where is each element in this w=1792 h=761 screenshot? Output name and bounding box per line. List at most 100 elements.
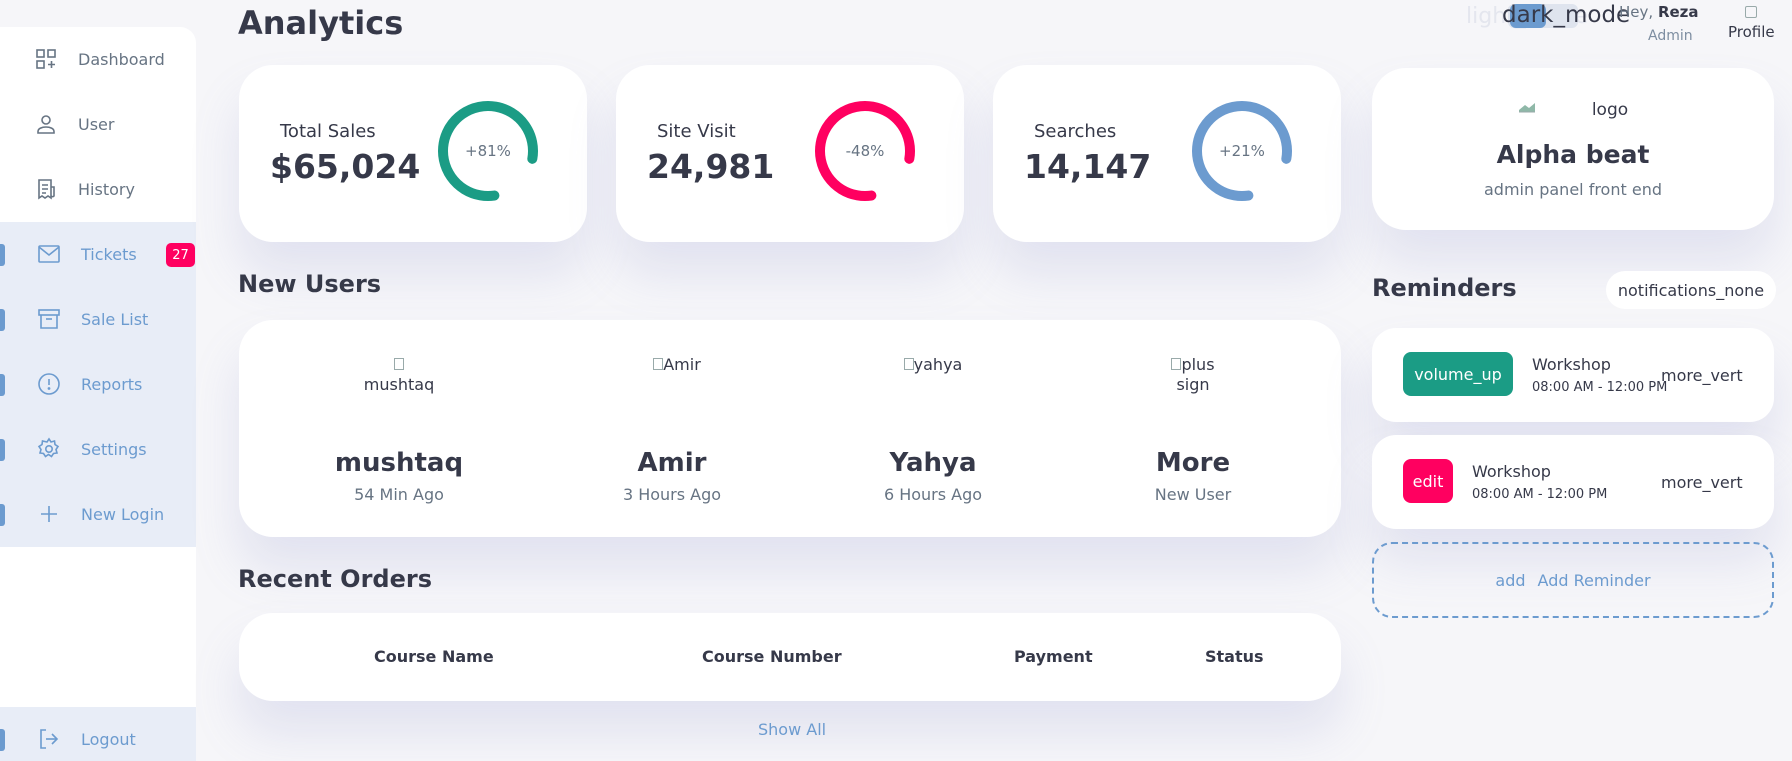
add-icon xyxy=(37,502,61,526)
broken-image-icon xyxy=(1518,103,1535,113)
sidebar-item-reports[interactable]: Reports xyxy=(0,352,196,417)
reminder-title: Workshop xyxy=(1472,462,1551,481)
sidebar-item-history[interactable]: History xyxy=(0,157,196,222)
broken-image-icon xyxy=(653,358,664,370)
user-role: Admin xyxy=(1648,28,1693,44)
more-vert-icon[interactable]: more_vert xyxy=(1661,366,1743,385)
column-header: Course Number xyxy=(702,647,842,666)
user-time: 6 Hours Ago xyxy=(883,485,983,504)
reminder-title: Workshop xyxy=(1532,355,1611,374)
active-indicator xyxy=(0,439,5,461)
logout-icon xyxy=(37,727,61,751)
active-indicator xyxy=(0,244,5,266)
total-sales-card: Total Sales $65,024 +81% xyxy=(239,65,587,242)
sidebar-item-user[interactable]: User xyxy=(0,92,196,157)
stat-percentage: +81% xyxy=(465,142,511,160)
broken-image-icon xyxy=(1745,6,1758,18)
stat-name: Total Sales xyxy=(280,121,376,142)
active-indicator xyxy=(0,729,5,751)
dashboard-icon xyxy=(34,47,58,71)
mail-icon xyxy=(37,242,61,266)
active-indicator xyxy=(0,504,5,526)
broken-image-icon xyxy=(1171,358,1182,370)
user-name: mushtaq xyxy=(334,448,464,478)
user-avatar: mushtaq xyxy=(299,355,499,395)
column-header: Status xyxy=(1205,647,1264,666)
active-indicator xyxy=(0,374,5,396)
notifications-icon[interactable]: notifications_none xyxy=(1606,271,1776,309)
logout-label: Logout xyxy=(81,730,136,749)
report-icon xyxy=(37,372,61,396)
searches-card: Searches 14,147 +21% xyxy=(993,65,1341,242)
reminder-item[interactable]: edit Workshop 08:00 AM - 12:00 PM more_v… xyxy=(1372,435,1774,529)
edit-icon: edit xyxy=(1403,459,1453,503)
user-name: More xyxy=(1155,448,1231,478)
stat-name: Searches xyxy=(1034,121,1117,142)
avatar-alt-text: Amir xyxy=(663,355,701,374)
show-all-link[interactable]: Show All xyxy=(758,720,826,739)
brand-subtitle: admin panel front end xyxy=(1484,180,1662,199)
sidebar-item-label: Reports xyxy=(81,375,143,394)
add-reminder-button[interactable]: add Add Reminder xyxy=(1372,542,1774,618)
stat-percentage: -48% xyxy=(845,142,885,160)
new-users-heading: New Users xyxy=(238,270,382,298)
sidebar-item-label: New Login xyxy=(81,505,165,524)
add-icon: add xyxy=(1495,570,1526,590)
sidebar-item-label: History xyxy=(78,180,135,199)
settings-icon xyxy=(37,437,61,461)
avatar-alt-text: plus sign xyxy=(1176,355,1215,394)
volume-up-icon: volume_up xyxy=(1403,352,1513,396)
column-header: Payment xyxy=(1014,647,1093,666)
column-header: Course Name xyxy=(374,647,494,666)
logo: logo xyxy=(1372,100,1774,120)
stat-percentage: +21% xyxy=(1219,142,1265,160)
stat-value: 14,147 xyxy=(1024,147,1152,186)
avatar-alt-text: mushtaq xyxy=(363,375,435,394)
brand-card: logo Alpha beat admin panel front end xyxy=(1372,68,1774,230)
sidebar-item-tickets[interactable]: Tickets 27 xyxy=(0,222,196,287)
sidebar-item-settings[interactable]: Settings xyxy=(0,417,196,482)
greeting: Hey, Reza xyxy=(1619,3,1699,21)
tickets-count-badge: 27 xyxy=(166,243,195,267)
reminder-item[interactable]: volume_up Workshop 08:00 AM - 12:00 PM m… xyxy=(1372,328,1774,422)
brand-name: Alpha beat xyxy=(1496,140,1650,169)
sidebar-item-label: Tickets xyxy=(81,245,137,264)
user-time: 54 Min Ago xyxy=(354,485,444,504)
sidebar-item-sale-list[interactable]: Sale List xyxy=(0,287,196,352)
sidebar-item-new-login[interactable]: New Login xyxy=(0,482,196,547)
user-avatar: Amir xyxy=(572,355,772,375)
user-time: New User xyxy=(1154,485,1232,504)
dark-mode-toggle[interactable]: dark_mode xyxy=(1502,2,1630,28)
plus-icon: plus sign xyxy=(1158,355,1228,395)
user-name: Yahya xyxy=(889,448,977,478)
receipt-icon xyxy=(34,177,58,201)
active-indicator xyxy=(0,309,5,331)
user-name: Reza xyxy=(1657,3,1699,21)
add-reminder-label: Add Reminder xyxy=(1537,570,1651,590)
avatar-alt-text: yahya xyxy=(913,355,963,374)
stat-name: Site Visit xyxy=(657,121,736,142)
stat-value: 24,981 xyxy=(647,147,775,186)
logo-alt-text: logo xyxy=(1591,100,1629,120)
page-title: Analytics xyxy=(238,4,404,42)
profile-avatar[interactable]: Profile xyxy=(1728,2,1775,42)
reminders-heading: Reminders xyxy=(1372,274,1517,302)
user-avatar: yahya xyxy=(833,355,1033,375)
broken-image-icon xyxy=(903,358,914,370)
inventory-icon xyxy=(37,307,61,331)
sidebar-item-label: User xyxy=(78,115,115,134)
sidebar: Dashboard User History Tickets 27 Sale L… xyxy=(0,27,196,761)
user-time: 3 Hours Ago xyxy=(622,485,722,504)
more-vert-icon[interactable]: more_vert xyxy=(1661,473,1743,492)
reminder-time: 08:00 AM - 12:00 PM xyxy=(1532,380,1668,395)
stat-value: $65,024 xyxy=(270,147,421,186)
sidebar-item-dashboard[interactable]: Dashboard xyxy=(0,27,196,92)
site-visit-card: Site Visit 24,981 -48% xyxy=(616,65,964,242)
greeting-text: Hey, xyxy=(1619,3,1654,21)
logout-button[interactable]: Logout xyxy=(0,707,196,761)
sidebar-item-label: Dashboard xyxy=(78,50,165,69)
recent-orders-heading: Recent Orders xyxy=(238,565,432,593)
sidebar-item-label: Sale List xyxy=(81,310,149,329)
profile-alt-text: Profile xyxy=(1728,23,1775,41)
user-name: Amir xyxy=(637,448,707,478)
